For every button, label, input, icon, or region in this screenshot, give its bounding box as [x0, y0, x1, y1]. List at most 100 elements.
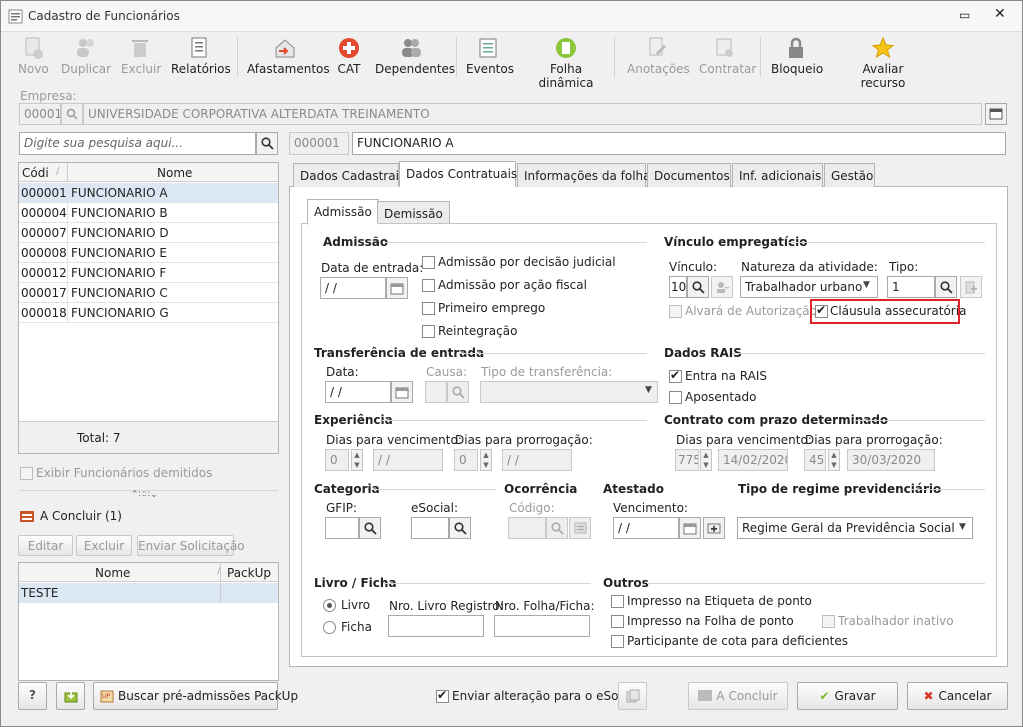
toolbar-button-0[interactable]: Novo: [18, 35, 49, 81]
tipo-search-button[interactable]: [935, 276, 957, 298]
table-row[interactable]: 000017 FUNCIONARIO C: [19, 283, 278, 303]
tab-0[interactable]: Dados Cadastrais: [293, 163, 405, 187]
table-row[interactable]: 000008 FUNCIONARIO E: [19, 243, 278, 263]
spinner-icon[interactable]: ▲ ▼: [351, 449, 363, 471]
toolbar-button-3[interactable]: Relatórios: [171, 35, 231, 81]
data-entrada-field[interactable]: / /: [320, 277, 386, 299]
tab-2[interactable]: Informações da folha: [517, 163, 651, 187]
entra-rais-checkbox[interactable]: [669, 368, 682, 383]
natureza-select[interactable]: Trabalhador urbano: [740, 276, 878, 298]
help-button[interactable]: ?: [18, 682, 47, 710]
toolbar-button-2[interactable]: Excluir: [121, 35, 161, 81]
spinner-icon[interactable]: ▲ ▼: [700, 449, 712, 471]
toolbar-button-4[interactable]: Afastamentos: [247, 35, 330, 81]
table-row[interactable]: 000012 FUNCIONARIO F: [19, 263, 278, 283]
table-row[interactable]: 000004 FUNCIONARIO B: [19, 203, 278, 223]
col-header-codigo[interactable]: Códi: [22, 166, 49, 180]
folha-ponto-checkbox[interactable]: [611, 615, 624, 628]
toolbar-button-12[interactable]: Avaliar recurso: [842, 35, 924, 90]
calendar-button[interactable]: [391, 381, 413, 403]
cancelar-button[interactable]: ✖ Cancelar: [907, 682, 1008, 710]
label-acao-fiscal: Admissão por ação fiscal: [438, 278, 587, 292]
restore-icon[interactable]: ▭: [959, 8, 970, 22]
toolbar-button-10[interactable]: Contratar: [699, 35, 756, 81]
cota-checkbox[interactable]: [611, 635, 624, 648]
vinculo-search-button[interactable]: [687, 276, 709, 298]
esocial-field[interactable]: [411, 517, 449, 539]
vinculo-field[interactable]: 10: [669, 276, 687, 298]
tab-1[interactable]: Dados Contratuais: [399, 161, 517, 187]
search-icon: [691, 280, 705, 294]
calendar-button[interactable]: [679, 517, 701, 539]
gravar-button[interactable]: ✔ Gravar: [797, 682, 898, 710]
col-header-nome[interactable]: Nome: [95, 566, 130, 580]
col-header-nome[interactable]: Nome: [157, 166, 192, 180]
subtab-admissao[interactable]: Admissão: [307, 199, 379, 225]
toolbar-label: Avaliar recurso: [860, 62, 906, 90]
ficha-radio[interactable]: [323, 621, 336, 634]
livro-registro-field[interactable]: [388, 615, 484, 637]
search-input[interactable]: Digite sua pesquisa aqui...: [19, 132, 256, 155]
row-name: FUNCIONARIO F: [71, 266, 167, 280]
atestado-venc-field[interactable]: / /: [613, 517, 679, 539]
checkbox-acao-fiscal[interactable]: [422, 279, 435, 292]
alvara-checkbox[interactable]: [669, 305, 682, 318]
row-name: FUNCIONARIO D: [71, 226, 169, 240]
send-request-button[interactable]: Enviar Solicitação: [137, 535, 245, 556]
vinculo-add-button[interactable]: [711, 276, 733, 298]
search-button[interactable]: [256, 132, 278, 155]
table-row[interactable]: 000018 FUNCIONARIO G: [19, 303, 278, 323]
clausula-checkbox[interactable]: [815, 303, 828, 318]
show-dismissed-checkbox[interactable]: [20, 467, 33, 480]
regime-select[interactable]: Regime Geral da Previdência Social (RGP: [737, 517, 973, 539]
transf-data-field[interactable]: / /: [325, 381, 391, 403]
import-button[interactable]: [56, 682, 85, 710]
calendar-button[interactable]: [386, 277, 408, 299]
exp-prorr-days: 0: [454, 449, 478, 471]
atestado-add-button[interactable]: [703, 517, 725, 539]
table-row[interactable]: 000007 FUNCIONARIO D: [19, 223, 278, 243]
tab-3[interactable]: Documentos: [647, 163, 731, 187]
calendar-icon: [683, 523, 697, 534]
checkbox-decisao-judicial[interactable]: [422, 256, 435, 269]
tab-5[interactable]: Gestão: [824, 163, 875, 187]
table-row[interactable]: 000001 FUNCIONARIO A: [19, 183, 278, 203]
gfip-field[interactable]: [325, 517, 359, 539]
gfip-search-button[interactable]: [359, 517, 381, 539]
checkbox-reintegracao[interactable]: [422, 325, 435, 338]
add-document-icon: [965, 281, 977, 293]
aposentado-checkbox[interactable]: [669, 391, 682, 404]
inativo-checkbox[interactable]: [822, 615, 835, 628]
row-name: FUNCIONARIO A: [71, 186, 168, 200]
toolbar-button-5[interactable]: CAT: [335, 35, 363, 81]
close-icon[interactable]: ✕: [994, 6, 1006, 22]
toolbar-button-11[interactable]: Bloqueio: [771, 35, 823, 81]
splitter-handle-icon[interactable]: ⌃∷∷⌄: [131, 490, 158, 500]
edit-button[interactable]: Editar: [18, 535, 73, 556]
toolbar-button-8[interactable]: Folha dinâmica: [523, 35, 609, 90]
employee-name-field[interactable]: FUNCIONARIO A: [352, 132, 1006, 155]
folha-ficha-field[interactable]: [494, 615, 590, 637]
toolbar-button-1[interactable]: Duplicar: [61, 35, 111, 81]
delete-button[interactable]: Excluir: [76, 535, 132, 556]
tipo-add-button[interactable]: [960, 276, 982, 298]
spinner-icon[interactable]: ▲ ▼: [828, 449, 840, 471]
livro-radio[interactable]: [323, 599, 336, 612]
enviar-esocial-checkbox[interactable]: [436, 688, 449, 703]
toolbar-button-6[interactable]: Dependentes: [375, 35, 455, 81]
tipo-field[interactable]: 1: [887, 276, 935, 298]
window-layout-button[interactable]: [985, 103, 1007, 125]
etiqueta-checkbox[interactable]: [611, 595, 624, 608]
col-header-packup[interactable]: PackUp: [227, 566, 271, 580]
exp-prorr-label: Dias para prorrogação:: [455, 433, 593, 447]
subtab-demissao[interactable]: Demissão: [377, 201, 450, 223]
spinner-icon[interactable]: ▲ ▼: [480, 449, 492, 471]
buscar-packup-button[interactable]: UP Buscar pré-admissões PackUp: [93, 682, 298, 710]
toolbar-button-7[interactable]: Eventos: [466, 35, 514, 81]
toolbar-button-9[interactable]: Anotações: [627, 35, 690, 81]
svg-text:UP: UP: [102, 693, 110, 700]
esocial-search-button[interactable]: [449, 517, 471, 539]
table-row[interactable]: TESTE: [19, 583, 278, 603]
tab-4[interactable]: Inf. adicionais: [732, 163, 823, 187]
checkbox-primeiro-emprego[interactable]: [422, 302, 435, 315]
